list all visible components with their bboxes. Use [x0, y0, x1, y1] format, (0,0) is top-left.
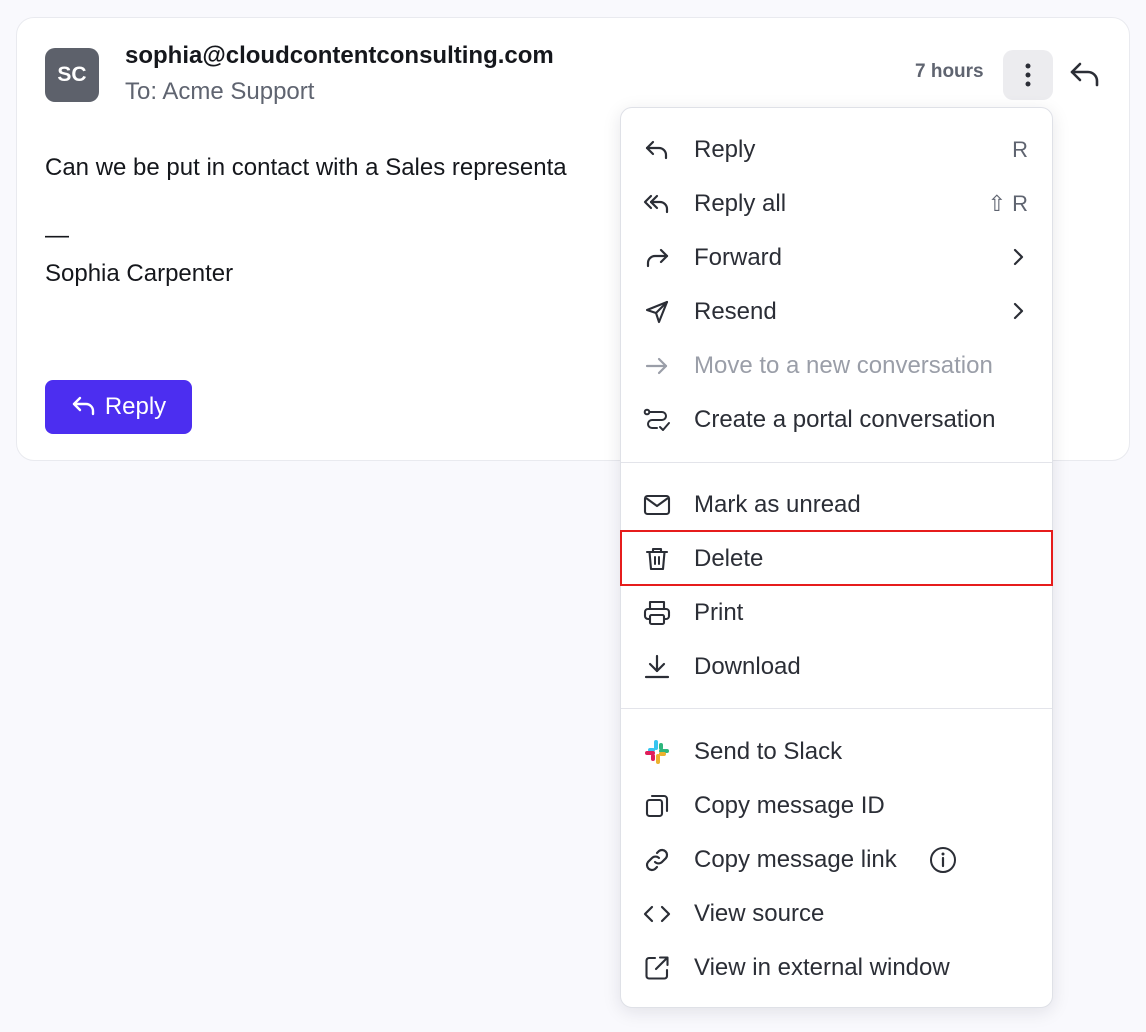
menu-item-label: Forward	[694, 244, 783, 271]
envelope-icon	[643, 491, 671, 519]
shortcut-key: R	[1012, 191, 1028, 216]
menu-item-reply-all[interactable]: Reply all ⇧ R	[621, 177, 1052, 231]
menu-item-label: View in external window	[694, 954, 950, 981]
menu-item-label: View source	[694, 900, 825, 927]
message-time: 7 hours	[915, 61, 984, 82]
menu-item-label: Download	[694, 653, 801, 680]
signature-name: Sophia Carpenter	[45, 260, 234, 287]
forward-icon	[643, 244, 671, 272]
menu-item-print[interactable]: Print	[621, 586, 1052, 640]
menu-item-mark-unread[interactable]: Mark as unread	[621, 478, 1052, 532]
shift-key-icon: ⇧	[987, 191, 1007, 216]
menu-item-copy-message-link[interactable]: Copy message link	[621, 833, 1052, 887]
menu-item-resend[interactable]: Resend	[621, 285, 1052, 339]
delete-highlight-box	[620, 530, 1053, 586]
arrow-right-icon	[643, 352, 671, 380]
reply-icon-button[interactable]	[1066, 56, 1104, 94]
menu-item-move-conversation: Move to a new conversation	[621, 339, 1052, 393]
reply-all-icon	[643, 190, 671, 218]
more-vertical-icon	[1025, 63, 1031, 87]
chevron-right-icon	[1006, 245, 1030, 269]
menu-item-reply[interactable]: Reply R	[621, 123, 1052, 177]
menu-divider	[621, 462, 1052, 463]
reply-icon	[1070, 62, 1099, 87]
menu-item-send-to-slack[interactable]: Send to Slack	[621, 725, 1052, 779]
avatar: SC	[45, 48, 99, 102]
code-icon	[643, 900, 671, 928]
menu-item-label: Create a portal conversation	[694, 406, 996, 433]
menu-item-label: Print	[694, 599, 744, 626]
reply-button[interactable]: Reply	[45, 380, 192, 434]
chevron-right-icon	[1006, 299, 1030, 323]
sender-email: sophia@cloudcontentconsulting.com	[125, 42, 554, 69]
message-body: Can we be put in contact with a Sales re…	[45, 154, 567, 181]
menu-item-label: Move to a new conversation	[694, 352, 993, 379]
recipient-line: To: Acme Support	[125, 78, 315, 105]
portal-icon	[643, 406, 671, 434]
shortcut-hint: R	[1012, 137, 1028, 162]
reply-icon	[72, 396, 95, 416]
menu-item-label: Copy message ID	[694, 792, 885, 819]
copy-icon	[643, 792, 671, 820]
menu-item-label: Reply	[694, 136, 756, 163]
reply-icon	[643, 136, 671, 164]
menu-item-label: Send to Slack	[694, 738, 843, 765]
reply-button-label: Reply	[104, 393, 167, 420]
info-icon[interactable]	[929, 846, 957, 874]
signature-dash: —	[45, 222, 69, 249]
menu-item-copy-message-id[interactable]: Copy message ID	[621, 779, 1052, 833]
menu-item-view-external-window[interactable]: View in external window	[621, 941, 1052, 995]
download-icon	[643, 653, 671, 681]
menu-divider	[621, 708, 1052, 709]
menu-item-view-source[interactable]: View source	[621, 887, 1052, 941]
menu-item-label: Reply all	[694, 190, 787, 217]
menu-item-download[interactable]: Download	[621, 640, 1052, 694]
menu-item-label: Copy message link	[694, 846, 897, 873]
menu-item-label: Mark as unread	[694, 491, 861, 518]
send-icon	[643, 298, 671, 326]
shortcut-hint: ⇧ R	[988, 191, 1028, 217]
printer-icon	[643, 599, 671, 627]
more-options-button[interactable]	[1003, 50, 1053, 100]
menu-item-create-portal-conversation[interactable]: Create a portal conversation	[621, 393, 1052, 447]
slack-icon	[643, 738, 671, 766]
link-icon	[643, 846, 671, 874]
menu-item-forward[interactable]: Forward	[621, 231, 1052, 285]
menu-item-label: Resend	[694, 298, 777, 325]
external-window-icon	[643, 954, 671, 982]
